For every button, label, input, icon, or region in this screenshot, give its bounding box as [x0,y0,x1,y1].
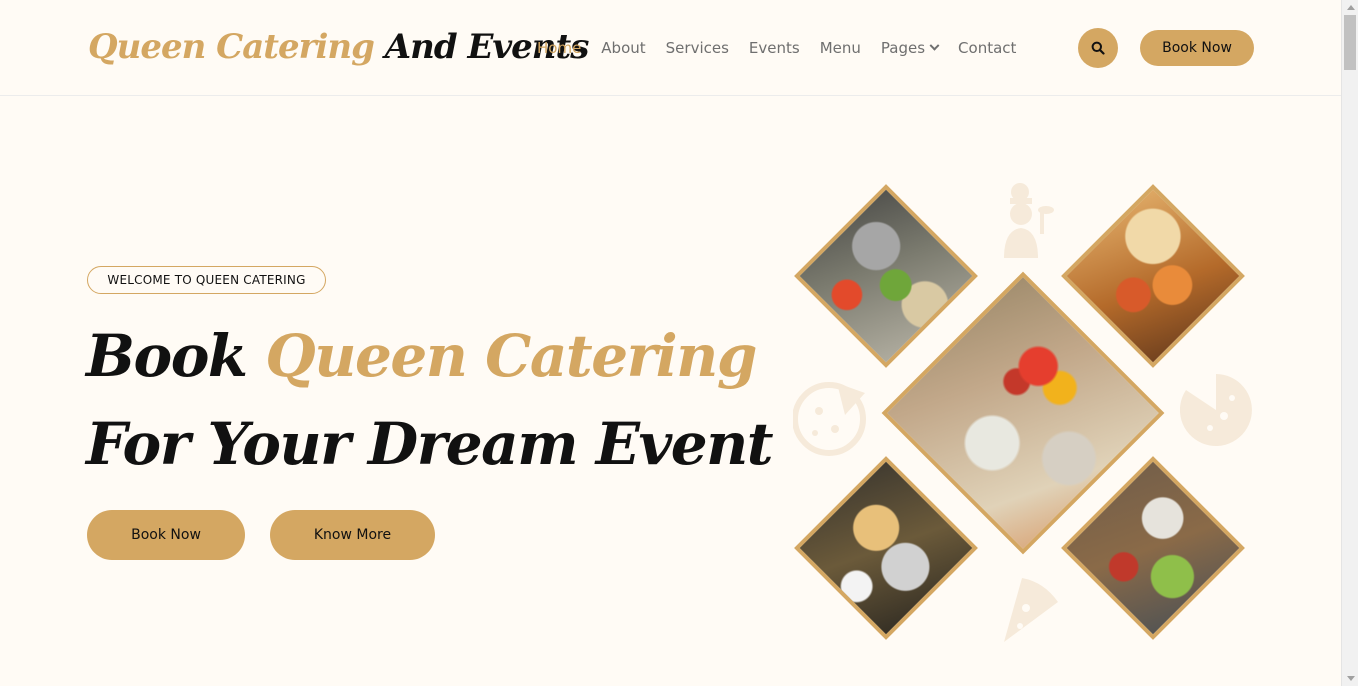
hero-know-more-button[interactable]: Know More [270,510,435,560]
scroll-up-arrow-icon[interactable] [1347,5,1355,10]
chafing-dish-image [794,456,978,640]
nav-item-contact[interactable]: Contact [948,39,1026,57]
vertical-scrollbar[interactable] [1341,0,1358,686]
brand-accent-text: Queen Catering [88,27,375,67]
nav-item-label: Menu [819,39,861,57]
hero-title-line2: For Your Dream Event [86,410,774,478]
pizza-slice-icon [1180,374,1252,446]
pizza-icon [793,382,866,456]
hero-title-line1: Book Queen Catering [86,322,757,390]
nav-item-label: Services [665,39,729,57]
chevron-down-icon [929,40,940,51]
collage-photo-salads [794,184,978,368]
page: Queen Catering And Events Home About Ser… [0,0,1341,686]
nav-item-events[interactable]: Events [739,39,810,57]
pizza-slice-icon [1004,578,1058,642]
hero-title-dark: Book [86,322,248,390]
chef-icon [1004,183,1054,258]
nav-item-menu[interactable]: Menu [810,39,871,57]
search-icon [1091,41,1105,55]
nav-item-label: Pages [880,39,926,57]
scroll-thumb[interactable] [1344,15,1356,70]
nav-item-home[interactable]: Home [527,39,591,57]
collage-photo-chafing-dish [794,456,978,640]
welcome-badge: WELCOME TO QUEEN CATERING [87,266,326,294]
navbar: Queen Catering And Events Home About Ser… [0,0,1341,96]
salad-buffet-image [794,184,978,368]
scroll-down-arrow-icon[interactable] [1347,676,1355,681]
nav-item-about[interactable]: About [591,39,655,57]
brand-logo[interactable]: Queen Catering And Events [88,24,589,70]
nav-book-now-button[interactable]: Book Now [1140,30,1254,66]
food-collage [790,180,1260,650]
nav-item-label: Events [748,39,800,57]
nav-item-label: About [601,39,646,57]
search-button[interactable] [1078,28,1118,68]
nav-item-label: Home [537,39,582,57]
hero-book-now-button[interactable]: Book Now [87,510,245,560]
nav-item-services[interactable]: Services [656,39,739,57]
nav-item-pages[interactable]: Pages [871,39,948,57]
hero-title-accent: Queen Catering [265,322,757,390]
nav-item-label: Contact [958,39,1017,57]
main-nav: Home About Services Events Menu Pages Co… [527,34,1026,62]
